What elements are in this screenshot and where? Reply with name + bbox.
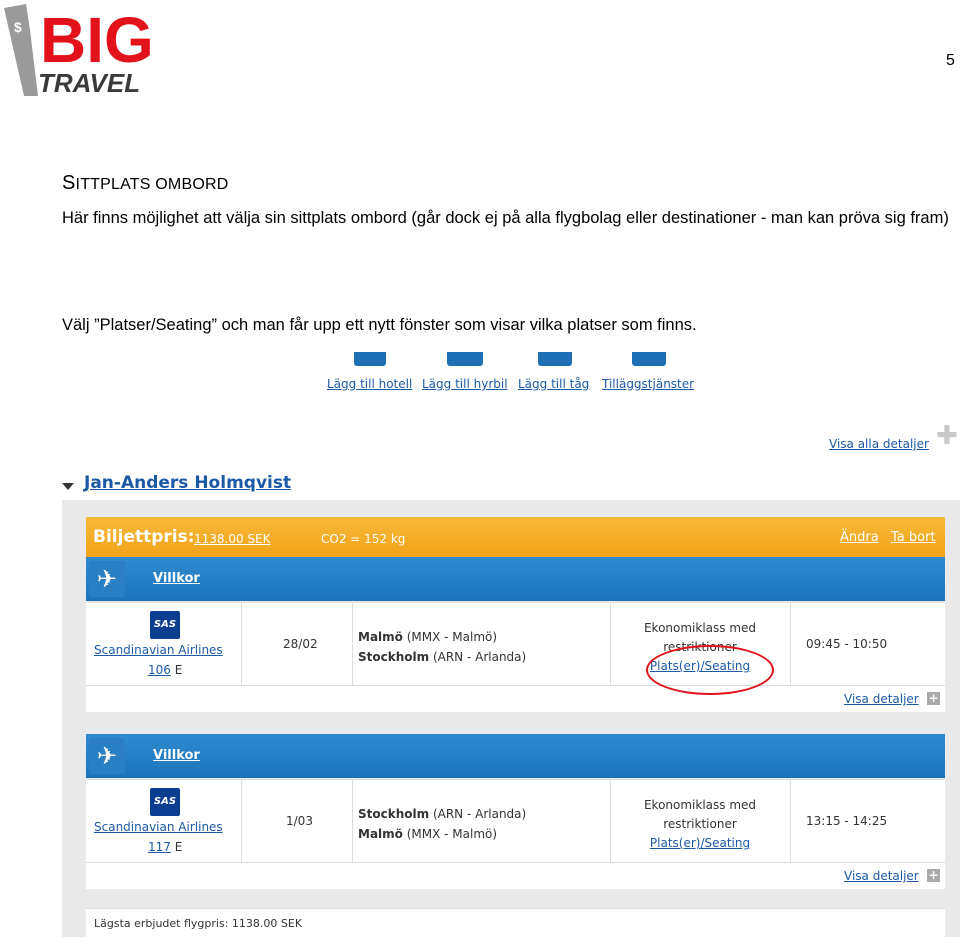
flight-row: SAS Scandinavian Airlines 106 E 28/02 Ma… xyxy=(86,602,945,685)
sas-logo: SAS xyxy=(150,788,180,816)
price-bar: Biljettpris: 1138.00 SEK CO2 = 152 kg Än… xyxy=(86,517,945,557)
lowest-price-text: Lägsta erbjudet flygpris: 1138.00 SEK xyxy=(94,917,303,930)
add-train-link[interactable]: Lägg till tåg xyxy=(518,377,589,391)
hotel-icon[interactable] xyxy=(354,352,386,366)
train-icon[interactable] xyxy=(538,352,572,366)
from-city: Stockholm xyxy=(358,807,430,821)
from-airport: (ARN - Arlanda) xyxy=(432,807,527,821)
remove-link[interactable]: Ta bort xyxy=(891,530,936,545)
route-cell: Malmö (MMX - Malmö) Stockholm (ARN - Arl… xyxy=(352,603,611,685)
svg-text:$: $ xyxy=(14,19,22,35)
traveller-name-link[interactable]: Jan-Anders Holmqvist xyxy=(84,473,291,493)
heading-rest: ITTPLATS OMBORD xyxy=(75,176,229,193)
add-car-link[interactable]: Lägg till hyrbil xyxy=(422,377,508,391)
airline-link[interactable]: Scandinavian Airlines xyxy=(94,643,223,657)
extras-icon[interactable] xyxy=(632,352,666,366)
time-cell: 13:15 - 14:25 xyxy=(790,780,945,862)
flight-number-link[interactable]: 117 xyxy=(148,840,171,854)
change-link[interactable]: Ändra xyxy=(840,530,879,545)
route-cell: Stockholm (ARN - Arlanda) Malmö (MMX - M… xyxy=(352,780,611,862)
flight-date: 28/02 xyxy=(283,637,318,651)
class-code: E xyxy=(174,663,183,677)
class-line1: Ekonomiklass med xyxy=(643,798,757,812)
airline-link[interactable]: Scandinavian Airlines xyxy=(94,820,223,834)
expand-all-icon[interactable]: ✚ xyxy=(936,423,958,449)
date-cell: 28/02 xyxy=(241,603,353,685)
show-all-details-link[interactable]: Visa alla detaljer xyxy=(829,437,929,451)
to-airport: (ARN - Arlanda) xyxy=(432,650,527,664)
lowest-price-bar: Lägsta erbjudet flygpris: 1138.00 SEK xyxy=(86,908,945,938)
to-city: Malmö xyxy=(358,827,403,841)
seating-link[interactable]: Plats(er)/Seating xyxy=(615,834,785,853)
airline-cell: SAS Scandinavian Airlines 117 E xyxy=(86,780,242,862)
details-bar: Visa detaljer + xyxy=(86,862,945,889)
route: Stockholm (ARN - Arlanda) Malmö (MMX - M… xyxy=(358,804,526,844)
flight-number: 106 E xyxy=(148,663,182,677)
plus-icon[interactable]: + xyxy=(927,692,940,705)
class-line1: Ekonomiklass med xyxy=(643,621,757,635)
class-code: E xyxy=(174,840,183,854)
flight-row: SAS Scandinavian Airlines 117 E 1/03 Sto… xyxy=(86,779,945,862)
to-city: Stockholm xyxy=(358,650,430,664)
flight-header: ✈ Villkor xyxy=(86,734,945,778)
co2-value: CO2 = 152 kg xyxy=(321,532,406,546)
show-details-link[interactable]: Visa detaljer xyxy=(844,692,919,706)
class-cell: Ekonomiklass med restriktioner Plats(er)… xyxy=(610,780,791,862)
page-number: 5 xyxy=(946,52,955,69)
to-airport: (MMX - Malmö) xyxy=(406,827,498,841)
car-icon[interactable] xyxy=(447,352,483,366)
plane-icon: ✈ xyxy=(89,738,125,774)
plus-icon[interactable]: + xyxy=(927,869,940,882)
plane-icon: ✈ xyxy=(89,561,125,597)
big-travel-logo: $ BIG TRAVEL xyxy=(0,0,180,100)
add-hotel-link[interactable]: Lägg till hotell xyxy=(327,377,412,391)
airline-cell: SAS Scandinavian Airlines 106 E xyxy=(86,603,242,685)
flight-number: 117 E xyxy=(148,840,182,854)
flight-time: 09:45 - 10:50 xyxy=(806,637,888,651)
class-info: Ekonomiklass med restriktioner Plats(er)… xyxy=(615,796,785,853)
show-details-link[interactable]: Visa detaljer xyxy=(844,869,919,883)
class-line2: restriktioner xyxy=(663,817,737,831)
collapse-arrow-icon[interactable] xyxy=(62,483,74,490)
time-cell: 09:45 - 10:50 xyxy=(790,603,945,685)
ticket-price-label: Biljettpris: xyxy=(93,527,195,547)
intro-paragraph: Här finns möjlighet att välja sin sittpl… xyxy=(62,209,949,227)
extras-link[interactable]: Tilläggstjänster xyxy=(602,377,694,391)
logo-travel-text: TRAVEL xyxy=(38,68,140,98)
heading-initial: S xyxy=(62,172,76,194)
date-cell: 1/03 xyxy=(241,780,353,862)
terms-link[interactable]: Villkor xyxy=(153,748,200,763)
flight-time: 13:15 - 14:25 xyxy=(806,814,888,828)
from-airport: (MMX - Malmö) xyxy=(406,630,498,644)
section-heading: SITTPLATS OMBORD xyxy=(62,172,228,195)
sas-logo: SAS xyxy=(150,611,180,639)
details-bar: Visa detaljer + xyxy=(86,685,945,712)
terms-link[interactable]: Villkor xyxy=(153,571,200,586)
booking-panel: Biljettpris: 1138.00 SEK CO2 = 152 kg Än… xyxy=(62,500,960,938)
from-city: Malmö xyxy=(358,630,403,644)
logo-big-text: BIG xyxy=(40,4,154,76)
route: Malmö (MMX - Malmö) Stockholm (ARN - Arl… xyxy=(358,627,526,667)
ticket-price-value[interactable]: 1138.00 SEK xyxy=(194,532,271,546)
instruction-paragraph: Välj ”Platser/Seating” och man får upp e… xyxy=(62,316,697,334)
flight-number-link[interactable]: 106 xyxy=(148,663,171,677)
flight-date: 1/03 xyxy=(286,814,313,828)
highlight-ellipse xyxy=(646,645,774,695)
flight-header: ✈ Villkor xyxy=(86,557,945,601)
